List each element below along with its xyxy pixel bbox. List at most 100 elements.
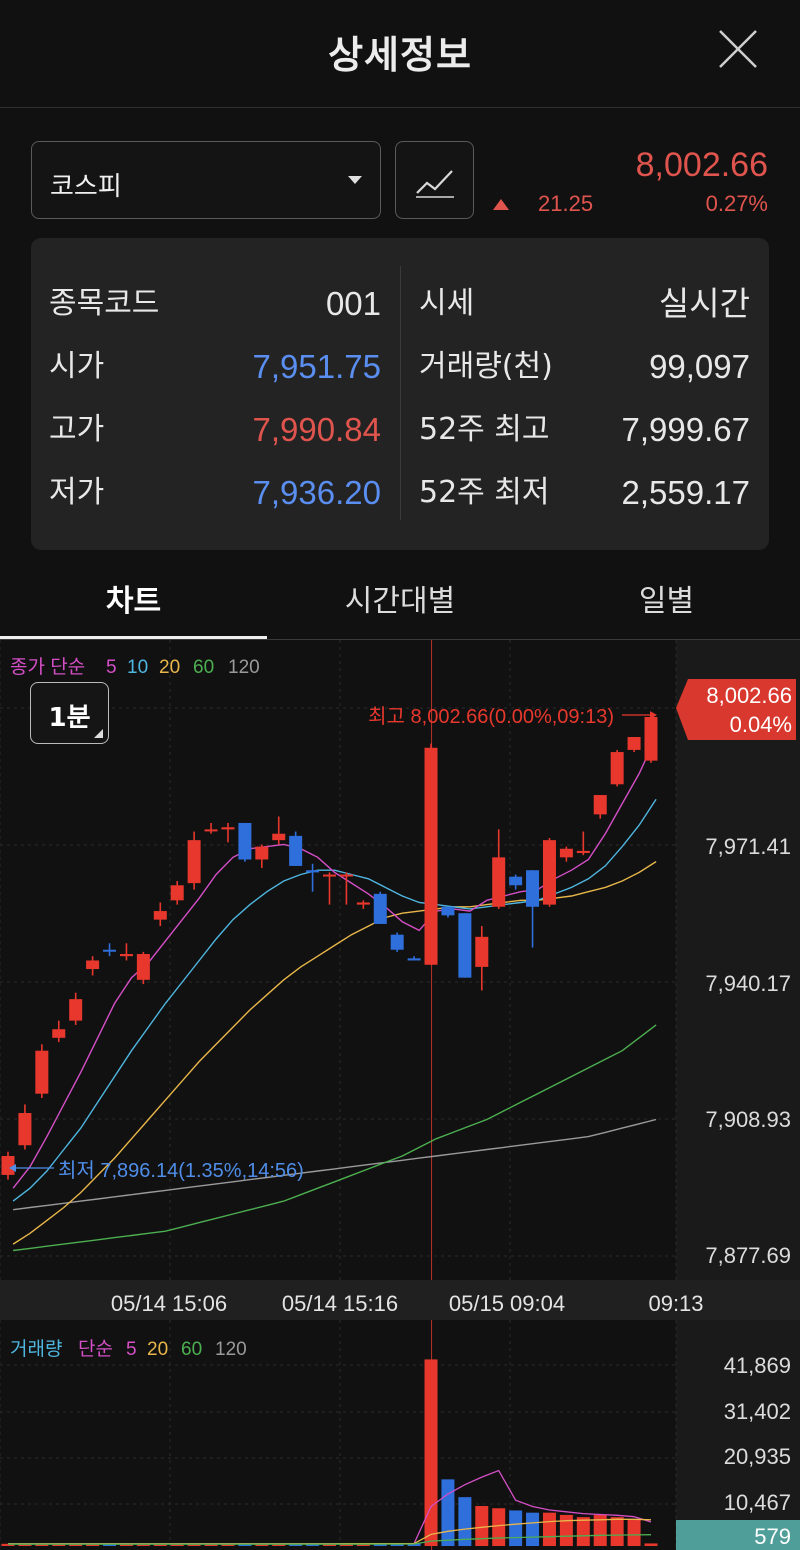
info-label: 시가 [49, 349, 105, 384]
info-value: 001 [325, 285, 381, 322]
period-button[interactable]: 1분 [30, 682, 109, 744]
info-row-left-3: 저가 7,936.20 [49, 471, 381, 515]
tab-daily[interactable]: 일별 [533, 576, 800, 619]
volume-legend-prefix: 거래량 [10, 1338, 62, 1360]
current-volume-tag-value: 579 [754, 1524, 791, 1549]
info-label: 저가 [49, 475, 105, 510]
candle [644, 717, 658, 761]
tab-active-indicator [0, 636, 267, 639]
candle [153, 911, 167, 920]
info-value: 7,936.20 [252, 474, 381, 511]
ma-legend-20: 20 [159, 657, 180, 678]
time-axis-label: 09:13 [648, 1291, 703, 1316]
close-icon [719, 30, 757, 68]
info-label: 52주 최고 [419, 412, 550, 447]
price-axis-label: 7,908.93 [705, 1107, 791, 1132]
info-value: 실시간 [658, 285, 750, 322]
volume-bar [644, 1543, 658, 1546]
volume-bar [424, 1359, 438, 1546]
candle [187, 840, 201, 884]
info-value: 7,951.75 [252, 348, 381, 385]
info-row-left-2: 고가 7,990.84 [49, 408, 381, 452]
volume-axis-label: 10,467 [724, 1490, 791, 1515]
candle [339, 874, 353, 877]
candle [255, 846, 269, 860]
volume-bar [576, 1517, 590, 1546]
volume-bar [509, 1510, 523, 1546]
chart-view-button[interactable] [395, 141, 474, 219]
volume-legend-120: 120 [215, 1339, 247, 1360]
candle [356, 902, 370, 905]
price-change-percent: 0.27% [705, 191, 768, 216]
corner-triangle-icon [94, 729, 103, 738]
tab-by-time[interactable]: 시간대별 [267, 576, 533, 619]
candle [289, 835, 303, 866]
candle [170, 885, 184, 901]
volume-bar [559, 1514, 573, 1546]
candle [424, 747, 438, 965]
info-label: 고가 [49, 412, 105, 447]
price-volume-chart[interactable]: 종가 단순 5 10 20 60 120 최고 8,002.66(0.00%,09:13) 최… [0, 640, 800, 1550]
volume-axis-label: 31,402 [724, 1399, 791, 1424]
header: 상세정보 [0, 0, 800, 108]
candle [204, 829, 218, 832]
volume-bar [475, 1506, 489, 1546]
ma-legend-120: 120 [228, 657, 260, 678]
volume-legend-20: 20 [147, 1339, 168, 1360]
current-price-tag-price: 8,002.66 [706, 683, 792, 708]
candle [509, 876, 523, 886]
candle [69, 999, 83, 1021]
candle [441, 906, 455, 916]
index-dropdown[interactable]: 코스피 [31, 141, 381, 219]
candle [272, 833, 286, 841]
info-row-right-3: 52주 최저 2,559.17 [419, 471, 750, 515]
volume-bar [492, 1508, 506, 1546]
up-arrow-icon [493, 199, 509, 210]
info-label: 거래량(천) [419, 349, 553, 384]
price-axis-label: 7,877.69 [705, 1243, 791, 1268]
candle [306, 870, 320, 873]
ma-legend-10: 10 [127, 657, 148, 678]
low-note: 최저 7,896.14(1.35%,14:56) [58, 1159, 304, 1182]
time-axis-label: 05/14 15:06 [111, 1291, 227, 1316]
close-button[interactable] [716, 27, 760, 71]
candle [221, 827, 235, 830]
candle [390, 934, 404, 950]
info-row-right-1: 거래량(천) 99,097 [419, 345, 750, 389]
candle [610, 752, 624, 785]
info-label: 시세 [419, 286, 475, 321]
candle [323, 874, 336, 877]
volume-bar [610, 1517, 624, 1546]
chevron-down-icon [348, 176, 362, 184]
volume-bar [542, 1512, 556, 1546]
info-row-left-1: 시가 7,951.75 [49, 345, 381, 389]
candle [627, 737, 641, 750]
candle [526, 870, 540, 907]
price-change: 21.25 [538, 191, 594, 216]
tab-chart[interactable]: 차트 [0, 576, 267, 619]
candle [458, 913, 472, 978]
info-card: 종목코드 001 시가 7,951.75 고가 7,990.84 저가 7,936.20 시세 실… [31, 238, 769, 550]
ma-legend-5: 5 [106, 657, 117, 678]
high-note: 최고 8,002.66(0.00%,09:13) [368, 705, 614, 728]
price-axis-label: 7,940.17 [705, 971, 791, 996]
line-chart-icon [416, 170, 454, 198]
volume-bar [526, 1512, 540, 1546]
info-divider [400, 266, 401, 520]
candle [559, 848, 573, 858]
info-label: 52주 최저 [419, 475, 550, 510]
candle [18, 1113, 32, 1146]
candle [593, 795, 607, 815]
time-axis-label: 05/15 09:04 [449, 1291, 565, 1316]
info-row-right-2: 52주 최고 7,999.67 [419, 408, 750, 452]
volume-bar [627, 1519, 641, 1546]
info-value: 99,097 [649, 348, 750, 385]
candle [238, 822, 252, 860]
candle [136, 954, 150, 980]
volume-axis-label: 20,935 [724, 1444, 791, 1469]
candle [407, 958, 421, 961]
candle [119, 954, 133, 957]
page-title: 상세정보 [328, 33, 472, 77]
info-label: 종목코드 [49, 286, 160, 321]
volume-legend-prefix2: 단순 [78, 1338, 113, 1360]
